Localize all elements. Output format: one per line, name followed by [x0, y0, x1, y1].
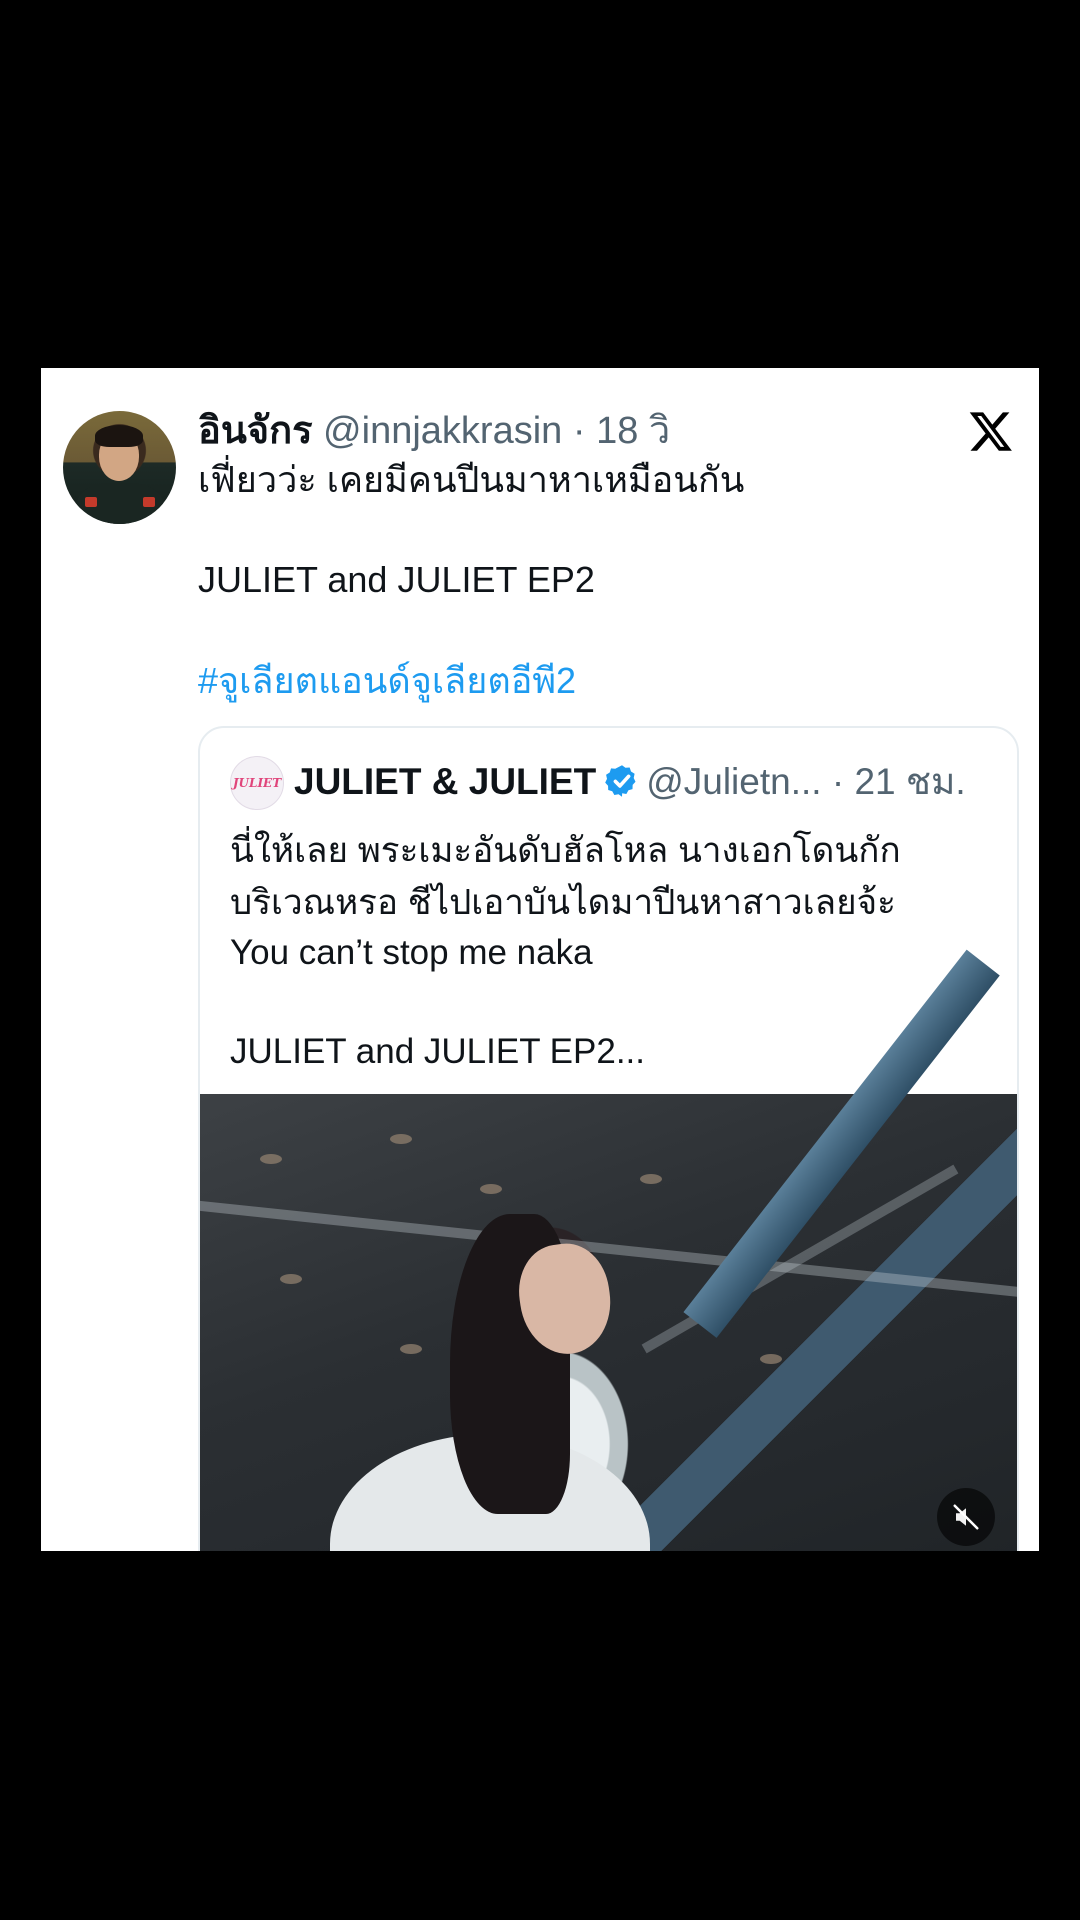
x-logo-icon — [969, 412, 1012, 451]
quoted-text-line-3: You can’t stop me naka — [230, 933, 593, 972]
author-name[interactable]: อินจักร — [198, 410, 312, 452]
tweet-card[interactable]: อินจักร @innjakkrasin · 18 วิ เฟี่ยวว่ะ … — [41, 368, 1039, 1551]
quoted-author-handle[interactable]: @Julietn... — [646, 761, 821, 802]
quoted-header: JULIET & JULIET @Julietn... · 21 ชม. — [294, 754, 966, 810]
quoted-author-name[interactable]: JULIET & JULIET — [294, 761, 596, 802]
leaf — [280, 1274, 302, 1284]
author-handle[interactable]: @innjakkrasin — [323, 410, 562, 452]
leaf — [260, 1154, 282, 1164]
avatar-insignia-left — [85, 497, 97, 507]
leaf — [480, 1184, 502, 1194]
quoted-text-line-4: JULIET and JULIET EP2... — [230, 1032, 646, 1071]
leaf — [390, 1134, 412, 1144]
mute-button[interactable] — [937, 1488, 995, 1546]
avatar-insignia-right — [143, 497, 155, 507]
author-avatar[interactable] — [63, 411, 176, 524]
avatar-hair — [95, 425, 143, 447]
tweet-timestamp[interactable]: 18 วิ — [596, 410, 670, 452]
tweet-text-line-2: JULIET and JULIET EP2 — [198, 559, 595, 600]
tweet-hashtag-link[interactable]: #จูเลียตแอนด์จูเลียตอีพี2 — [198, 656, 576, 706]
quoted-video[interactable] — [200, 949, 1017, 1551]
tweet-header: อินจักร @innjakkrasin · 18 วิ — [198, 404, 670, 458]
mute-icon — [953, 1504, 979, 1530]
leaf — [400, 1344, 422, 1354]
quoted-tweet[interactable]: JULIET JULIET & JULIET @Julietn... · 21 ช… — [198, 726, 1019, 1551]
quoted-text-line-2: บริเวณหรอ ชีไปเอาบันไดมาปีนหาสาวเลยจ้ะ — [230, 883, 896, 922]
quoted-avatar[interactable]: JULIET — [230, 756, 284, 810]
quoted-text-line-1: นี่ให้เลย พระเมะอันดับฮัลโหล นางเอกโดนกั… — [230, 831, 901, 870]
leaf — [640, 1174, 662, 1184]
leaf — [760, 1354, 782, 1364]
quoted-timestamp[interactable]: 21 ชม. — [854, 761, 965, 802]
quoted-separator: · — [831, 761, 845, 802]
verified-badge-icon — [605, 765, 636, 797]
header-separator: · — [572, 410, 586, 452]
tweet-text-line-1: เฟี่ยวว่ะ เคยมีคนปีนมาหาเหมือนกัน — [198, 459, 745, 500]
